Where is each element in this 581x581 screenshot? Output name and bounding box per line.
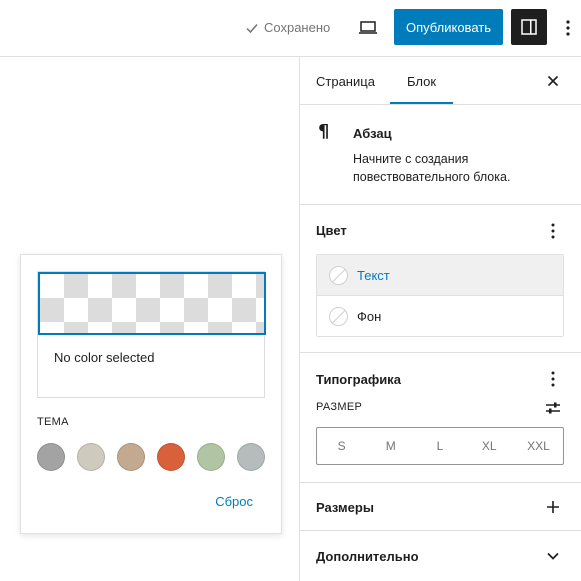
theme-swatches — [37, 443, 265, 471]
color-item-label: Текст — [357, 267, 390, 283]
font-size-option[interactable]: XXL — [514, 428, 563, 464]
color-options-button[interactable] — [543, 221, 563, 241]
settings-toggle-button[interactable] — [511, 9, 547, 45]
font-size-option[interactable]: L — [415, 428, 464, 464]
check-icon — [246, 23, 258, 33]
color-swatch[interactable] — [77, 443, 105, 471]
options-menu-button[interactable] — [556, 14, 580, 42]
color-preview-box: No color selected — [37, 271, 266, 398]
color-panel: Цвет Текст Фон — [300, 205, 581, 353]
color-item-text[interactable]: Текст — [317, 255, 563, 296]
settings-sliders-icon — [546, 402, 560, 414]
settings-sidebar: Страница Блок ¶ Абзац Начните с создания… — [299, 57, 581, 581]
paragraph-icon: ¶ — [318, 121, 330, 142]
font-size-picker: S M L XL XXL — [316, 427, 564, 465]
reset-button[interactable]: Сброс — [215, 494, 253, 509]
color-panel-title: Цвет — [316, 223, 347, 238]
color-preview-swatch[interactable] — [38, 272, 266, 335]
saved-status: Сохранено — [245, 20, 330, 35]
no-color-label: No color selected — [54, 350, 155, 365]
more-vertical-icon — [551, 223, 555, 239]
tab-page[interactable]: Страница — [316, 57, 375, 105]
color-settings-list: Текст Фон — [316, 254, 564, 337]
tab-block[interactable]: Блок — [390, 57, 453, 104]
more-vertical-icon — [551, 371, 555, 387]
sidebar-tabs: Страница Блок — [300, 57, 581, 105]
color-swatch[interactable] — [197, 443, 225, 471]
color-item-background[interactable]: Фон — [317, 296, 563, 337]
color-swatch[interactable] — [117, 443, 145, 471]
saved-label: Сохранено — [264, 20, 331, 35]
color-swatch[interactable] — [237, 443, 265, 471]
plus-icon — [547, 501, 559, 513]
preview-button[interactable] — [354, 14, 382, 42]
top-toolbar: Сохранено Опубликовать — [0, 0, 581, 57]
dimensions-panel[interactable]: Размеры — [300, 483, 581, 531]
typography-panel: Типографика РАЗМЕР S M L XL XXL — [300, 353, 581, 483]
block-card: ¶ Абзац Начните с создания повествовател… — [300, 105, 581, 205]
color-picker-popover: No color selected ТЕМА Сброс — [20, 254, 282, 534]
advanced-panel-title: Дополнительно — [316, 549, 419, 564]
color-swatch[interactable] — [37, 443, 65, 471]
sidebar-panel-icon — [521, 19, 537, 35]
color-swatch[interactable] — [157, 443, 185, 471]
more-vertical-icon — [566, 20, 570, 36]
no-color-indicator-icon — [329, 307, 348, 326]
dimensions-panel-title: Размеры — [316, 500, 374, 515]
color-item-label: Фон — [357, 309, 382, 324]
publish-button[interactable]: Опубликовать — [394, 9, 503, 45]
chevron-down-icon — [547, 552, 559, 560]
add-dimension-button[interactable] — [543, 497, 563, 517]
expand-advanced-button[interactable] — [543, 546, 563, 566]
close-sidebar-button[interactable] — [543, 71, 563, 91]
typography-options-button[interactable] — [543, 369, 563, 389]
close-icon — [547, 75, 559, 87]
size-label: РАЗМЕР — [316, 401, 363, 413]
typography-panel-title: Типографика — [316, 372, 401, 387]
no-color-indicator-icon — [329, 265, 348, 285]
laptop-icon — [359, 21, 377, 34]
font-size-option[interactable]: S — [317, 428, 366, 464]
font-size-option[interactable]: M — [366, 428, 415, 464]
block-title: Абзац — [353, 126, 392, 141]
block-description: Начните с создания повествовательного бл… — [353, 152, 511, 184]
font-size-option[interactable]: XL — [465, 428, 514, 464]
custom-size-button[interactable] — [543, 398, 563, 418]
theme-palette-label: ТЕМА — [37, 416, 69, 428]
advanced-panel[interactable]: Дополнительно — [300, 531, 581, 581]
